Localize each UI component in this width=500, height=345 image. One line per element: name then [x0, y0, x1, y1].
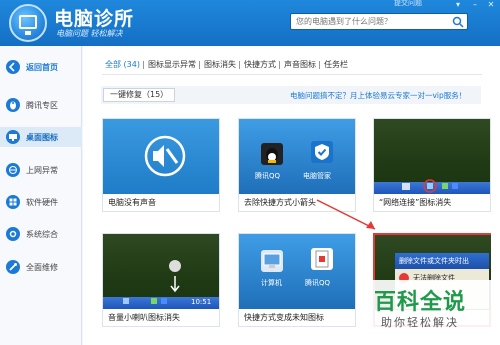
card-caption: 快捷方式变成未知图标 [244, 313, 324, 322]
sidebar-item-desktop-icons[interactable]: 桌面图标 [0, 127, 82, 147]
card-caption: 电脑没有声音 [108, 198, 156, 207]
sidebar: 返回首页 腾讯专区 桌面图标 上网异常 软件硬件 系统综合 全面维修 [0, 46, 82, 345]
header-bar: 电脑诊所 电脑问题 轻松解决 提交问题 ▾ – ✕ [0, 0, 500, 46]
sidebar-item-repair[interactable]: 全面维修 [0, 257, 82, 277]
desktop-icon-label: 电脑管家 [303, 172, 331, 180]
desktop-icon [6, 130, 20, 144]
app-slogan: 电脑问题 轻松解决 [56, 29, 123, 38]
solution-card[interactable]: 电脑没有声音 [102, 118, 220, 212]
sidebar-item-label: 上网异常 [26, 165, 58, 175]
skin-icon[interactable]: ▾ [451, 0, 465, 10]
windows-icon [6, 195, 20, 209]
one-click-repair-button[interactable]: 一键修复（15） [103, 88, 176, 102]
card-thumbnail [374, 119, 490, 194]
tab-icon-display[interactable]: 图标显示异常 [142, 59, 200, 73]
tab-sound-icon[interactable]: 声音图标 [278, 59, 320, 73]
sidebar-item-home[interactable]: 返回首页 [0, 57, 82, 77]
back-arrow-icon [6, 60, 20, 74]
card-caption: “网络连接”图标消失 [379, 198, 452, 207]
gear-icon [6, 227, 20, 241]
card-thumbnail: 腾讯QQ 电脑管家 [239, 119, 355, 194]
qq-icon [261, 143, 283, 165]
card-caption: 音量小喇叭图标消失 [108, 313, 180, 322]
qq-penguin-icon [6, 98, 20, 112]
solution-card[interactable]: “网络连接”图标消失 [373, 118, 491, 212]
sidebar-item-label: 系统综合 [26, 229, 58, 239]
tab-divider [102, 74, 482, 75]
computer-icon [261, 250, 283, 272]
sidebar-item-label: 腾讯专区 [26, 100, 58, 110]
desktop-icon-label: 计算机 [261, 279, 282, 287]
card-caption: 去除快捷方式小箭头 [244, 198, 316, 207]
close-icon[interactable]: ✕ [484, 0, 498, 10]
app-logo-icon [9, 4, 47, 42]
wrench-icon [6, 260, 20, 274]
desktop-icon-label: 腾讯QQ [255, 172, 281, 180]
sidebar-item-label: 桌面图标 [26, 132, 58, 142]
app-title: 电脑诊所 [54, 8, 135, 30]
card-thumbnail: 计算机 腾讯QQ [239, 234, 355, 309]
sidebar-item-network[interactable]: 上网异常 [0, 160, 82, 180]
sidebar-item-label: 全面维修 [26, 262, 58, 272]
annotation-arrow [316, 199, 376, 230]
card-thumbnail: 10:51 [103, 234, 219, 309]
search-box[interactable] [290, 13, 468, 30]
speaker-icon [169, 260, 181, 293]
mute-speaker-icon [144, 135, 186, 177]
sidebar-item-system[interactable]: 系统综合 [0, 224, 82, 244]
pc-manager-icon [311, 141, 333, 163]
feedback-link[interactable]: 提交问题 [394, 0, 422, 8]
watermark-title: 百科全说 [374, 290, 467, 315]
vip-service-link[interactable]: 电脑问题搞不定？月上体验易云专家一对一vip服务！ [290, 90, 466, 101]
minimize-icon[interactable]: – [468, 0, 482, 10]
search-icon[interactable] [452, 16, 464, 28]
solution-card[interactable]: 10:51 音量小喇叭图标消失 [102, 233, 220, 327]
tab-taskbar[interactable]: 任务栏 [318, 59, 352, 73]
unknown-file-icon [311, 248, 333, 270]
desktop-icon-label: 腾讯QQ [305, 279, 331, 287]
tab-shortcut[interactable]: 快捷方式 [238, 59, 280, 73]
sidebar-item-tencent[interactable]: 腾讯专区 [0, 95, 82, 115]
sidebar-item-software-hardware[interactable]: 软件硬件 [0, 192, 82, 212]
solution-card[interactable]: 计算机 腾讯QQ 快捷方式变成未知图标 [238, 233, 356, 327]
watermark-subtitle: 助你轻松解决 [381, 316, 459, 329]
category-tabs: 全部 (34) 图标显示异常 图标消失 快捷方式 声音图标 任务栏 [101, 59, 352, 73]
card-thumbnail [103, 119, 219, 194]
tab-icon-missing[interactable]: 图标消失 [198, 59, 240, 73]
network-icon [402, 179, 458, 193]
taskbar-clock: 10:51 [191, 298, 212, 306]
search-input[interactable] [291, 14, 441, 29]
sidebar-item-label: 软件硬件 [26, 197, 58, 207]
globe-icon [6, 163, 20, 177]
tab-all[interactable]: 全部 (34) [101, 59, 144, 73]
dialog-title: 删除文件或文件夹时出 [399, 257, 469, 265]
dialog-titlebar: 删除文件或文件夹时出 [395, 253, 489, 269]
sidebar-item-label: 返回首页 [26, 62, 58, 72]
